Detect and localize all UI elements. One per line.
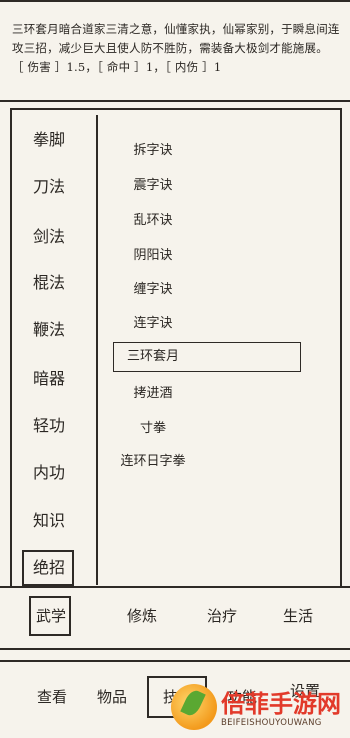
panel-left-border — [10, 108, 12, 586]
description-line-2: 攻三招，减少巨大且使人防不胜防，需装备大极剑才能施展。 — [12, 41, 328, 55]
tab-wuxue[interactable]: 武学 — [25, 601, 77, 631]
tabs-top-border — [0, 586, 350, 588]
nav-chakan[interactable]: 查看 — [22, 682, 82, 712]
skill-item[interactable]: 震字诀 — [58, 175, 248, 197]
watermark-url: BEIFEISHOUYOUWANG — [221, 718, 322, 728]
skill-item[interactable]: 拆字诀 — [58, 140, 248, 162]
tab-xiulian[interactable]: 修炼 — [112, 601, 172, 631]
category-juezhao[interactable]: 绝招 — [18, 553, 80, 583]
description-line-1: 三环套月暗合道家三清之意，仙懂家执，仙幂家别，于瞬息间连 — [12, 22, 340, 36]
description-line-3: ［ 伤害 ］1.5，［ 命中 ］1，［ 内伤 ］1 — [12, 60, 222, 74]
skill-item[interactable]: 寸拳 — [58, 418, 248, 440]
skill-description: 三环套月暗合道家三清之意，仙懂家执，仙幂家别，于瞬息间连 攻三招，减少巨大且使人… — [12, 20, 342, 77]
nav-top-border — [0, 660, 350, 662]
panel-top-border — [10, 108, 341, 110]
tab-zhiliao[interactable]: 治疗 — [192, 601, 252, 631]
panel-right-border — [340, 108, 342, 586]
skill-item[interactable]: 连字诀 — [58, 313, 248, 335]
desc-bottom-border — [0, 100, 350, 102]
nav-wupin[interactable]: 物品 — [82, 682, 142, 712]
skill-item[interactable]: 缠字诀 — [58, 279, 248, 301]
tabs-bottom-border — [0, 648, 350, 650]
skill-item[interactable]: 乱环诀 — [58, 210, 248, 232]
site-watermark: 倍菲手游网 BEIFEISHOUYOUWANG — [165, 680, 350, 738]
top-border — [0, 0, 350, 2]
skill-item[interactable]: 阴阳诀 — [58, 245, 248, 267]
watermark-name: 倍菲手游网 — [221, 690, 341, 718]
tab-shenghuo[interactable]: 生活 — [268, 601, 328, 631]
category-zhishi[interactable]: 知识 — [18, 506, 80, 536]
skill-item[interactable]: 连环日字拳 — [58, 451, 248, 473]
skill-item[interactable]: 拷进酒 — [58, 383, 248, 405]
skill-item-selected[interactable]: 三环套月 — [58, 346, 248, 368]
